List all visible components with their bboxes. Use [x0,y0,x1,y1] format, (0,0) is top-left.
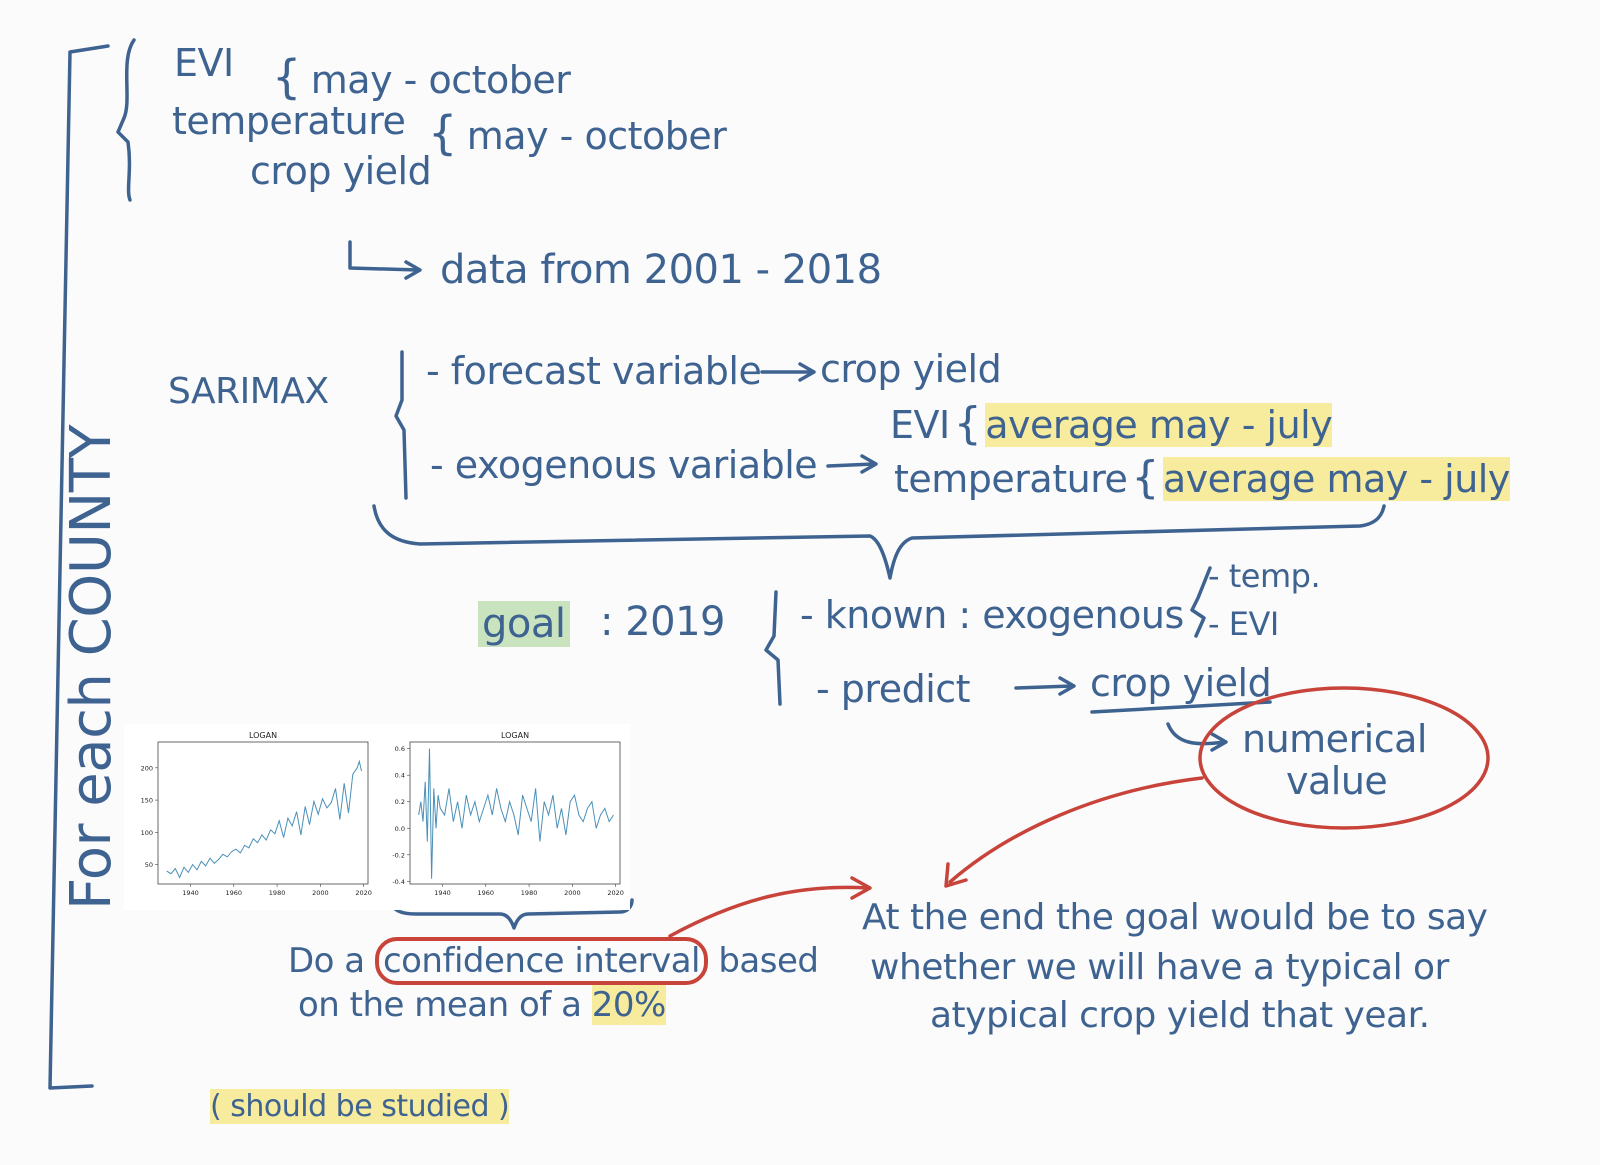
chart-y-tick-label: 150 [141,797,153,805]
chart-x-tick-label: 1940 [434,889,451,897]
input-temperature: temperature [172,99,406,143]
input-temperature-range: {may - october [428,106,727,160]
side-label: For each COUNTY [59,424,124,910]
confidence-line2: on the mean of a 20% [298,985,666,1025]
chart-x-tick-label: 2000 [312,889,329,897]
confidence-interval-highlight: confidence interval [374,937,708,985]
forecast-variable: - forecast variable [426,349,762,393]
chart-x-tick-label: 2000 [564,889,581,897]
footnote: ( should be studied ) [210,1089,510,1124]
ink-strokes [48,38,1490,1090]
chart-differenced-svg: LOGAN 1940 1960 1980 2000 2020 0.6 0.4 0.2 0.0 -0.… [392,731,624,897]
conclusion-line1: At the end the goal would be to say [862,897,1488,938]
chart-x-tick-label: 1980 [521,889,538,897]
chart-y-tick-label: 0.0 [395,825,405,833]
data-range-note: data from 2001 - 2018 [440,247,882,293]
chart-differenced: LOGAN 1940 1960 1980 2000 2020 0.6 0.4 0.2 0.0 -0.… [376,724,630,910]
goal-known-temp: - temp. [1208,557,1321,595]
numerical-value-line2: value [1286,759,1388,803]
chart-title: LOGAN [249,731,277,740]
chart-y-tick-label: 0.4 [395,772,405,780]
goal-known-evi: - EVI [1208,605,1279,643]
chart-x-tick-label: 1960 [477,889,494,897]
numerical-value-line1: numerical [1242,717,1427,761]
forecast-target: crop yield [820,347,1002,391]
input-brace [116,38,136,202]
chart-x-tick-label: 1960 [225,889,242,897]
chart-series-line [166,759,362,879]
exo-evi-average: average may - july [985,403,1333,447]
chart-y-tick-label: -0.4 [392,878,405,886]
chart-x-tick-label: 2020 [355,889,372,897]
chart-x-tick-label: 1940 [182,889,199,897]
chart-series-line [418,748,614,879]
conclusion-line2: whether we will have a typical or [870,947,1449,988]
conclusion-line3: atypical crop yield that year. [930,995,1430,1036]
input-evi: EVI [174,41,234,85]
chart-crop-yield: LOGAN 1940 1960 1980 2000 2020 200 150 100 50 [124,724,378,910]
chart-frame [409,741,621,885]
chart-crop-yield-svg: LOGAN 1940 1960 1980 2000 2020 200 150 100 50 [141,731,372,897]
input-crop-yield: crop yield [250,149,432,193]
chart-frame [157,741,369,885]
chart-y-tick-label: 100 [141,829,153,837]
goal-year: : 2019 [600,599,726,645]
exogenous-variable: - exogenous variable [430,443,818,487]
data-hook-arrow [348,240,420,272]
chart-y-tick-label: 200 [141,764,153,772]
chart-y-tick-label: -0.2 [392,851,405,859]
exo-temperature: temperature{average may - july [894,452,1510,503]
chart-title: LOGAN [501,731,529,740]
goal-predict-target: crop yield [1090,661,1272,705]
goal-predict: - predict [816,667,971,711]
goal-brace [764,590,782,706]
chart-y-tick-label: 0.6 [395,745,405,753]
confidence-percent: 20% [591,985,666,1025]
value-to-conclusion-arrow [948,776,1204,884]
exo-temperature-average: average may - july [1162,457,1510,501]
ci-to-conclusion-arrow [668,885,870,938]
sarimax-label: SARIMAX [168,371,329,412]
chart-x-tick-label: 1980 [269,889,286,897]
exo-evi: EVI{average may - july [890,398,1333,449]
chart-y-tick-label: 50 [145,861,153,869]
chart-x-tick-label: 2020 [607,889,624,897]
input-evi-range: {may - october [272,50,571,104]
goal-known: - known : exogenous [800,593,1184,637]
chart-y-tick-label: 0.2 [395,798,405,806]
confidence-line1: Do a confidence interval based [288,937,819,985]
sarimax-brace [394,350,408,500]
goal-label: goal [478,601,570,647]
